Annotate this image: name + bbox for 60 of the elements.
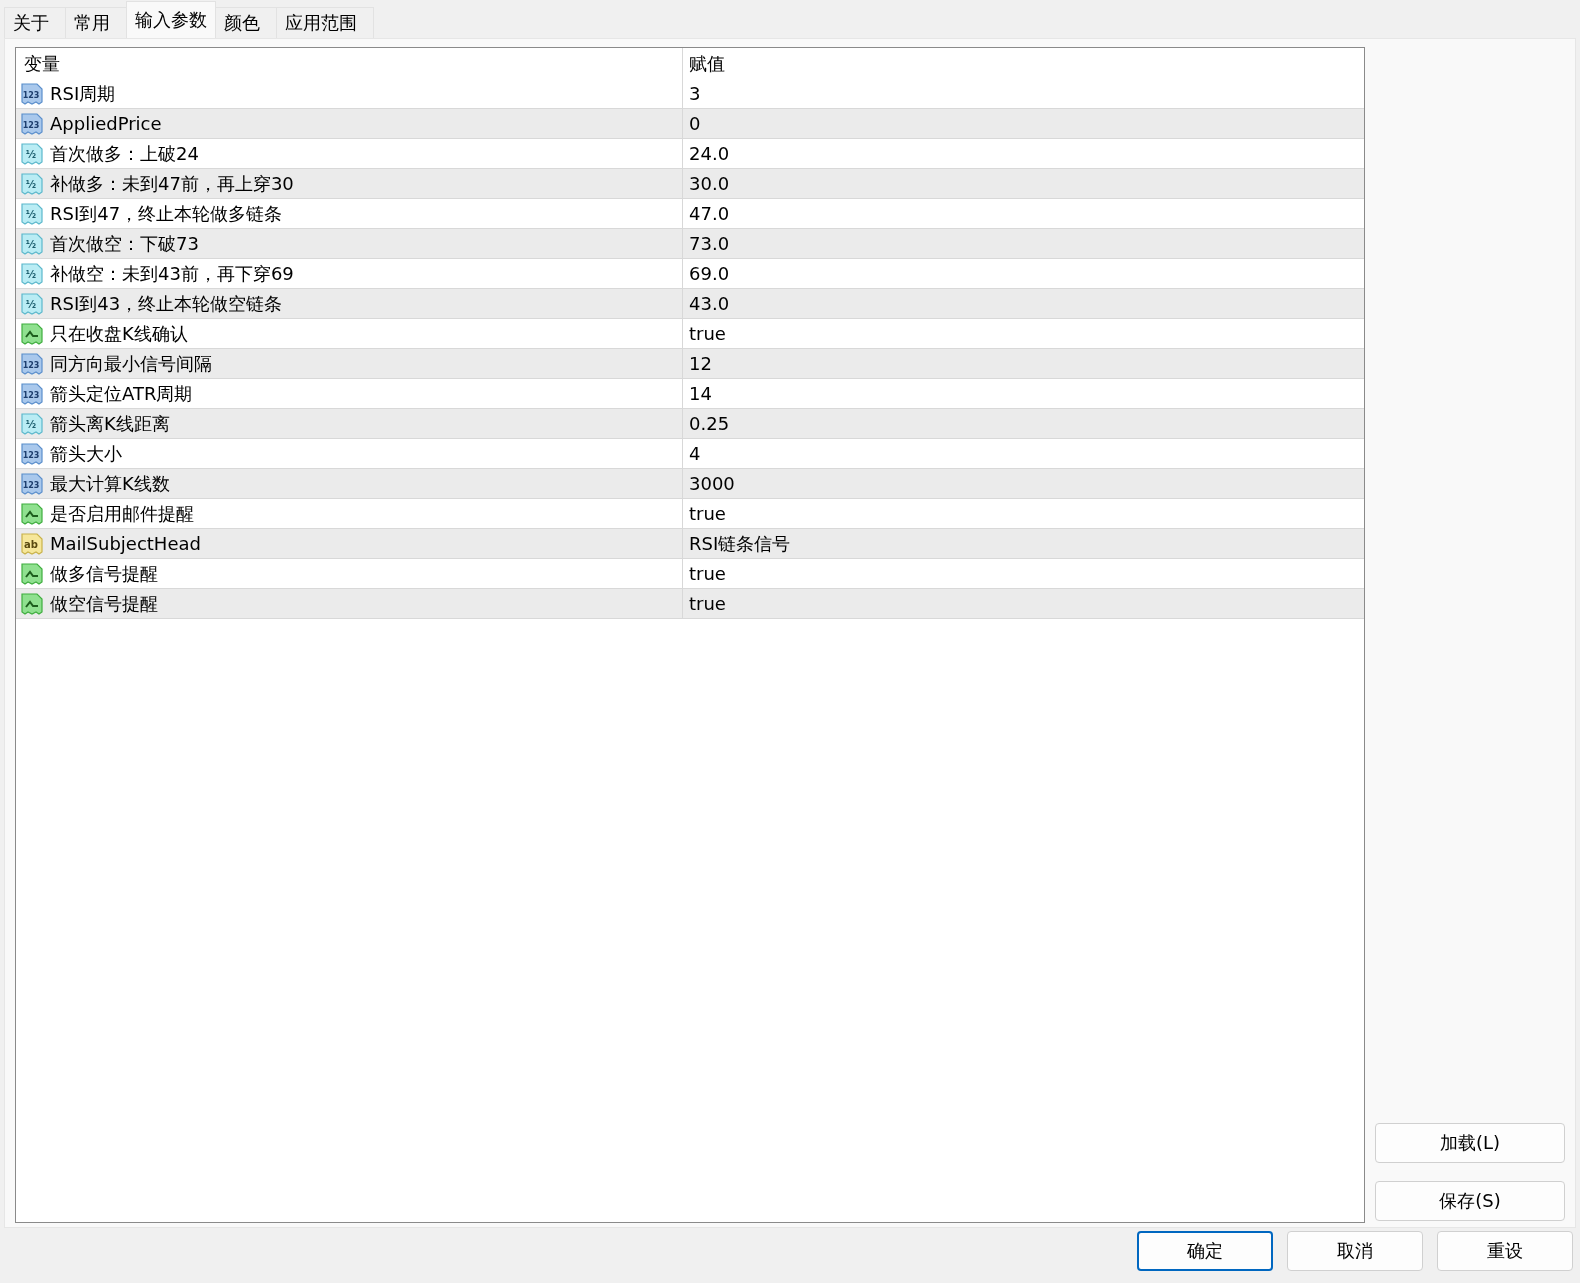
parameter-name: 是否启用邮件提醒 — [50, 501, 194, 526]
parameter-name: 补做多：未到47前，再上穿30 — [50, 171, 294, 196]
parameter-name: 箭头定位ATR周期 — [50, 381, 193, 406]
type-tag-icon: 123 — [20, 471, 44, 496]
type-tag-icon: ½ — [20, 201, 44, 226]
parameter-name: AppliedPrice — [50, 113, 162, 134]
parameter-name: 箭头大小 — [50, 441, 122, 466]
tab[interactable]: 应用范围 — [276, 7, 374, 38]
type-tag-icon: 123 — [20, 381, 44, 406]
parameter-value[interactable]: 47.0 — [689, 203, 730, 224]
parameter-value[interactable]: 30.0 — [689, 173, 730, 194]
parameter-value[interactable]: RSI链条信号 — [689, 531, 791, 556]
dialog-button[interactable]: 重设 — [1437, 1231, 1573, 1271]
parameter-name: 同方向最小信号间隔 — [50, 351, 212, 376]
type-tag-icon: ½ — [20, 291, 44, 316]
parameter-name: 箭头离K线距离 — [50, 411, 170, 436]
type-tag-icon: ½ — [20, 171, 44, 196]
parameter-name: 做多信号提醒 — [50, 561, 158, 586]
parameter-value[interactable]: 3 — [689, 83, 701, 104]
column-header: 变量 — [24, 51, 60, 76]
parameter-value[interactable]: 43.0 — [689, 293, 730, 314]
parameter-name: MailSubjectHead — [50, 533, 201, 554]
parameter-value[interactable]: 12 — [689, 353, 712, 374]
type-tag-icon: 123 — [20, 111, 44, 136]
parameter-name: RSI到47，终止本轮做多链条 — [50, 201, 283, 226]
parameter-value[interactable]: true — [689, 503, 726, 524]
parameter-value[interactable]: true — [689, 593, 726, 614]
parameter-value[interactable]: 3000 — [689, 473, 735, 494]
parameter-name: 首次做空：下破73 — [50, 231, 199, 256]
parameter-value[interactable]: 0 — [689, 113, 701, 134]
tab[interactable]: 关于 — [4, 7, 66, 38]
parameter-name: 最大计算K线数 — [50, 471, 170, 496]
parameter-name: 首次做多：上破24 — [50, 141, 199, 166]
parameter-value[interactable]: true — [689, 323, 726, 344]
type-tag-icon: 123 — [20, 81, 44, 106]
parameter-value[interactable]: 24.0 — [689, 143, 730, 164]
type-tag-icon: ½ — [20, 411, 44, 436]
parameter-value[interactable]: 4 — [689, 443, 701, 464]
type-tag-icon: ½ — [20, 231, 44, 256]
tab[interactable]: 输入参数 — [126, 1, 216, 38]
parameter-value[interactable]: 0.25 — [689, 413, 730, 434]
parameter-name: 只在收盘K线确认 — [50, 321, 188, 346]
parameter-value[interactable]: true — [689, 563, 726, 584]
type-tag-icon: 123 — [20, 351, 44, 376]
column-header: 赋值 — [689, 51, 725, 76]
side-button[interactable]: 保存(S) — [1375, 1181, 1565, 1221]
dialog-button[interactable]: 确定 — [1137, 1231, 1273, 1271]
type-tag-icon: ab — [20, 531, 44, 556]
parameter-value[interactable]: 69.0 — [689, 263, 730, 284]
parameter-name: RSI周期 — [50, 81, 116, 106]
parameter-value[interactable]: 14 — [689, 383, 712, 404]
parameter-name: RSI到43，终止本轮做空链条 — [50, 291, 283, 316]
type-tag-icon: ½ — [20, 261, 44, 286]
type-tag-icon: 123 — [20, 441, 44, 466]
dialog-button[interactable]: 取消 — [1287, 1231, 1423, 1271]
side-button[interactable]: 加载(L) — [1375, 1123, 1565, 1163]
parameter-name: 补做空：未到43前，再下穿69 — [50, 261, 294, 286]
type-tag-icon: ½ — [20, 141, 44, 166]
parameter-value[interactable]: 73.0 — [689, 233, 730, 254]
parameter-name: 做空信号提醒 — [50, 591, 158, 616]
